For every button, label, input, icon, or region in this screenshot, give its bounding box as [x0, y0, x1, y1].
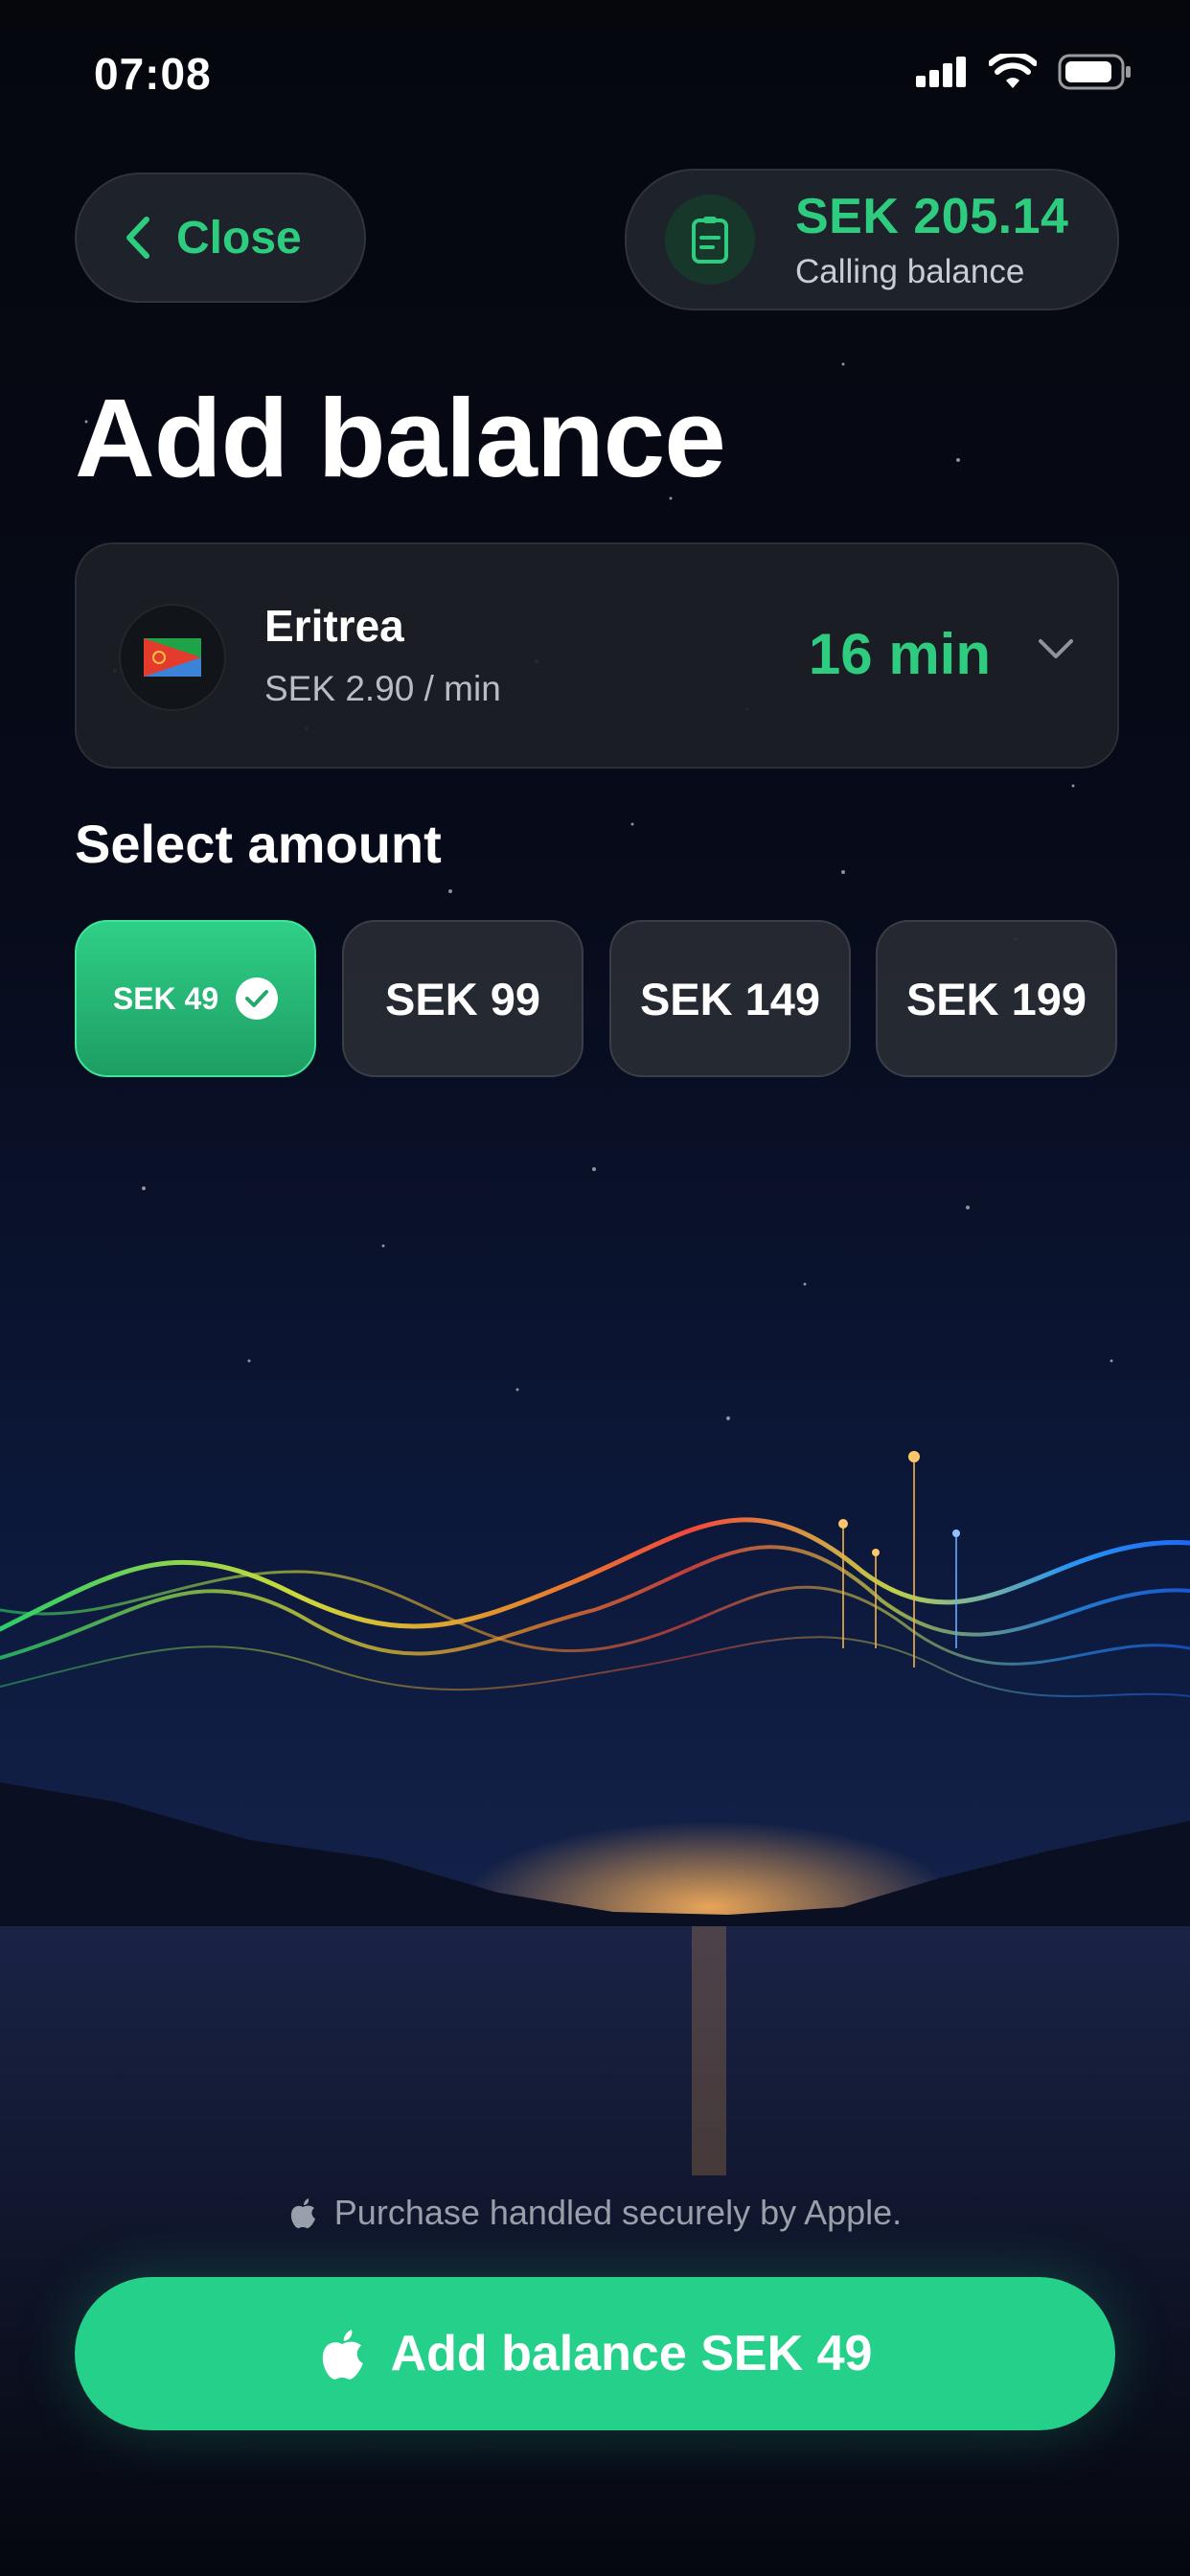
wallet-icon — [692, 217, 728, 264]
secure-purchase-note: Purchase handled securely by Apple. — [0, 2193, 1190, 2233]
section-label: Select amount — [75, 814, 442, 874]
minutes-estimate: 16 min — [808, 622, 991, 686]
apple-logo-icon — [322, 2330, 363, 2380]
amount-option-149[interactable]: SEK 149 — [609, 920, 851, 1077]
page-title: Add balance — [75, 376, 726, 500]
flag-badge — [119, 604, 226, 711]
checkmark-icon — [236, 978, 279, 1020]
amount-option-label: SEK 199 — [905, 973, 1087, 1024]
balance-amount: SEK 205.14 — [795, 189, 1069, 244]
calling-balance-pill: SEK 205.14 Calling balance — [625, 169, 1119, 310]
balance-caption: Calling balance — [795, 253, 1025, 290]
amount-option-199[interactable]: SEK 199 — [876, 920, 1117, 1077]
add-balance-button-label: Add balance SEK 49 — [390, 2326, 873, 2381]
amount-option-label: SEK 149 — [639, 973, 821, 1024]
close-button[interactable]: Close — [75, 172, 366, 303]
destination-selector[interactable]: Eritrea SEK 2.90 / min 16 min — [75, 542, 1119, 769]
battery-icon — [1058, 54, 1131, 90]
signal-icon — [916, 57, 966, 87]
amount-option-49[interactable]: SEK 49 — [75, 920, 316, 1077]
wallet-icon-badge — [665, 195, 755, 285]
country-rate: SEK 2.90 / min — [264, 669, 501, 708]
add-balance-button[interactable]: Add balance SEK 49 — [75, 2277, 1115, 2430]
status-time: 07:08 — [94, 49, 212, 99]
amount-option-label: SEK 49 — [112, 980, 219, 1016]
wifi-icon — [989, 54, 1037, 88]
amount-option-99[interactable]: SEK 99 — [342, 920, 584, 1077]
apple-logo-icon — [290, 2198, 315, 2229]
chevron-down-icon — [1039, 639, 1073, 658]
secure-note-text: Purchase handled securely by Apple. — [333, 2193, 903, 2232]
close-label: Close — [176, 212, 302, 264]
country-name: Eritrea — [264, 601, 404, 651]
amount-option-label: SEK 99 — [385, 973, 540, 1024]
chevron-left-icon — [126, 217, 149, 259]
eritrea-flag-icon — [144, 638, 201, 677]
status-icons — [916, 54, 1133, 90]
